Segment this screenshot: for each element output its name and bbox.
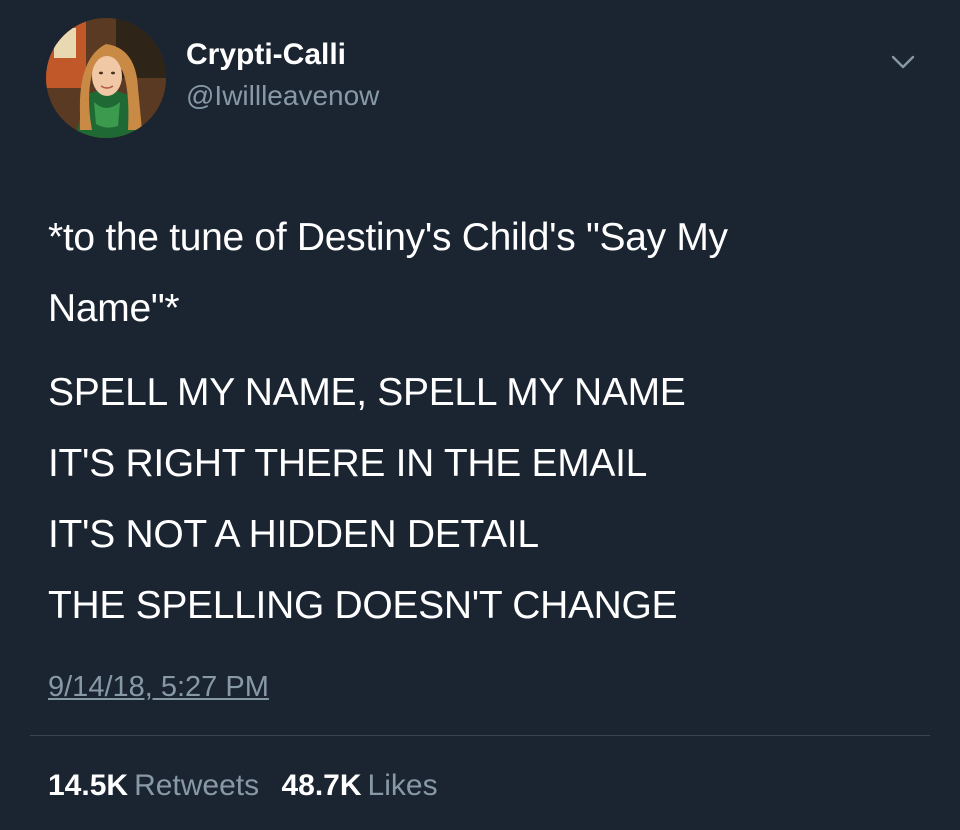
avatar-photo bbox=[46, 18, 166, 138]
divider bbox=[30, 735, 930, 736]
lyric-line: THE SPELLING DOESN'T CHANGE bbox=[48, 584, 678, 627]
retweets-label: Retweets bbox=[134, 769, 260, 802]
lyric-line: IT'S RIGHT THERE IN THE EMAIL bbox=[48, 442, 648, 485]
tweet-card: Crypti-Calli @Iwillleavenow *to the tune… bbox=[0, 0, 960, 830]
lyric-line: SPELL MY NAME, SPELL MY NAME bbox=[48, 371, 686, 414]
display-name[interactable]: Crypti-Calli bbox=[186, 36, 379, 74]
retweets-stat[interactable]: 14.5K Retweets bbox=[48, 766, 259, 806]
lyric-line: IT'S NOT A HIDDEN DETAIL bbox=[48, 513, 539, 556]
tweet-stats: 14.5K Retweets 48.7K Likes bbox=[48, 766, 452, 806]
likes-stat[interactable]: 48.7K Likes bbox=[281, 766, 437, 806]
tweet-intro: *to the tune of Destiny's Child's "Say M… bbox=[48, 202, 908, 344]
chevron-down-icon[interactable] bbox=[886, 48, 920, 76]
avatar[interactable] bbox=[46, 18, 166, 138]
tweet-timestamp[interactable]: 9/14/18, 5:27 PM bbox=[48, 667, 269, 707]
tweet-line: Name"* bbox=[48, 287, 180, 330]
user-handle[interactable]: @Iwillleavenow bbox=[186, 78, 379, 114]
author-block: Crypti-Calli @Iwillleavenow bbox=[186, 36, 379, 114]
retweets-count: 14.5K bbox=[48, 769, 129, 802]
tweet-line: *to the tune of Destiny's Child's "Say M… bbox=[48, 216, 728, 259]
tweet-text: *to the tune of Destiny's Child's "Say M… bbox=[48, 202, 908, 641]
likes-count: 48.7K bbox=[281, 769, 362, 802]
likes-label: Likes bbox=[367, 769, 438, 802]
tweet-lyrics: SPELL MY NAME, SPELL MY NAME IT'S RIGHT … bbox=[48, 357, 908, 641]
